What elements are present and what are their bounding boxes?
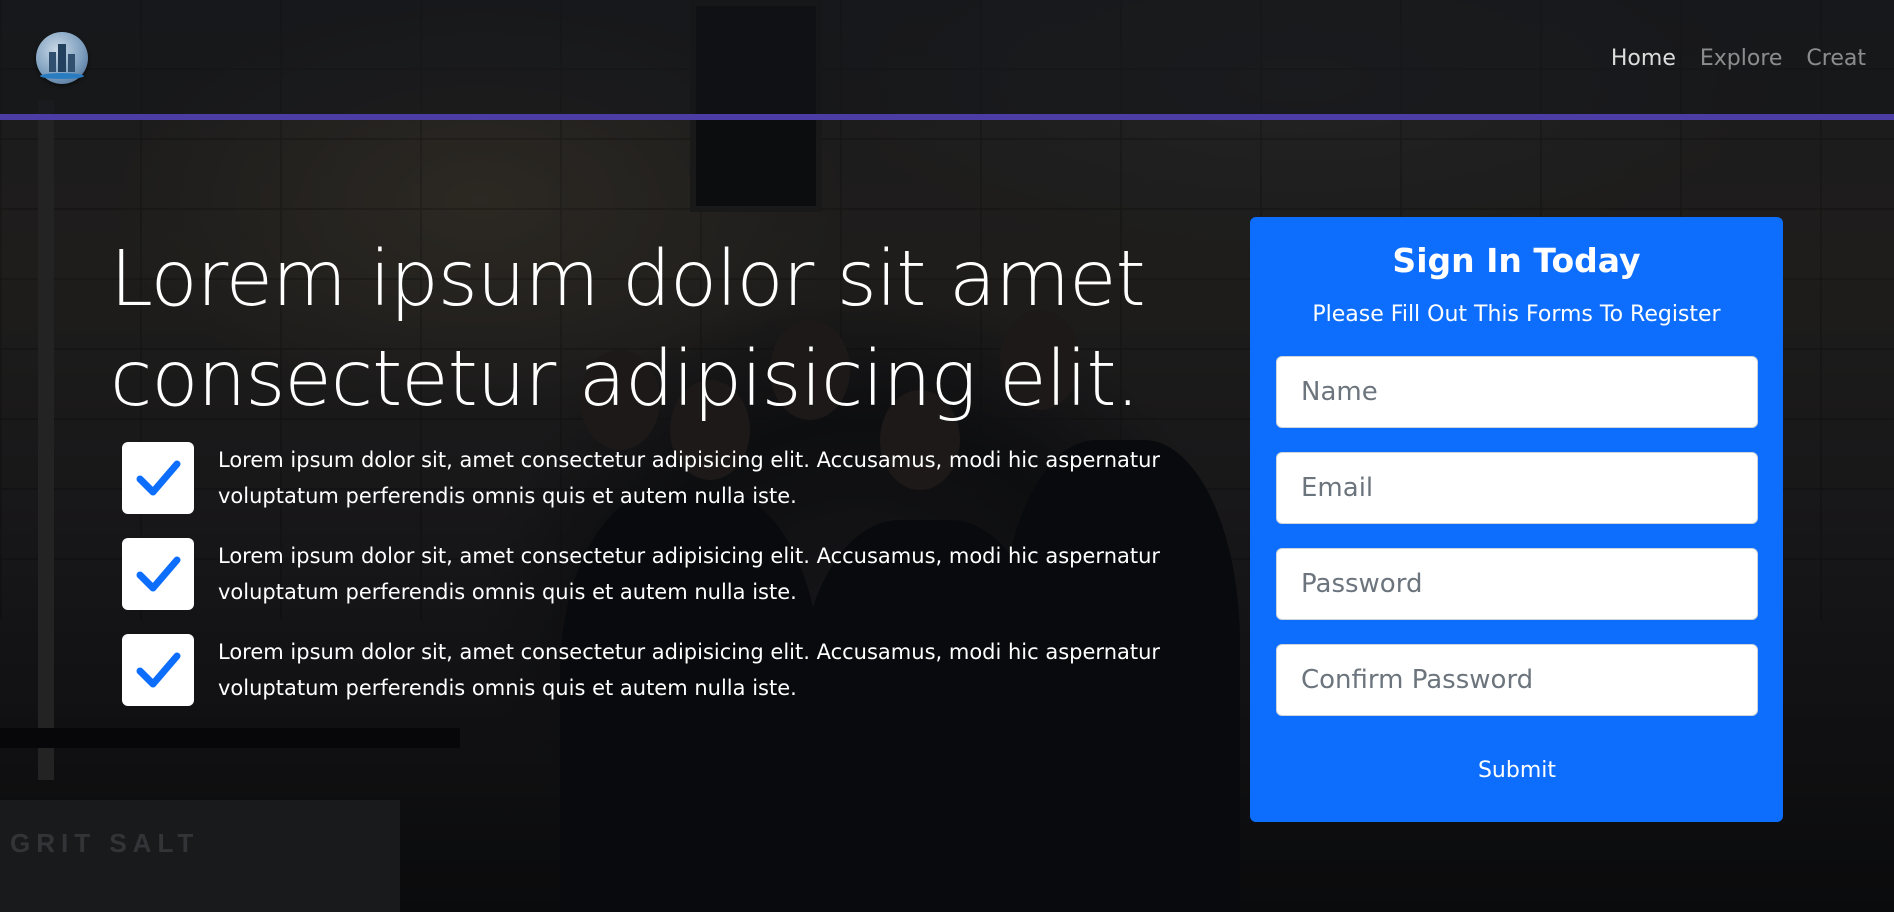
- feature-text: Lorem ipsum dolor sit, amet consectetur …: [218, 448, 1161, 508]
- feature-item: Lorem ipsum dolor sit, amet consectetur …: [122, 442, 1178, 514]
- nav-link-home[interactable]: Home: [1611, 46, 1676, 71]
- main-nav: Home Explore Creat: [1611, 46, 1866, 71]
- feature-text: Lorem ipsum dolor sit, amet consectetur …: [218, 640, 1161, 700]
- feature-item: Lorem ipsum dolor sit, amet consectetur …: [122, 538, 1178, 610]
- checkmark-icon: [122, 442, 194, 514]
- submit-button[interactable]: Submit: [1276, 749, 1758, 791]
- building-logo-icon[interactable]: [36, 32, 88, 84]
- signin-card: Sign In Today Please Fill Out This Forms…: [1250, 217, 1783, 822]
- checkmark-icon: [122, 538, 194, 610]
- top-navbar: Home Explore Creat: [0, 0, 1894, 120]
- confirm-password-input[interactable]: [1276, 644, 1758, 716]
- feature-text: Lorem ipsum dolor sit, amet consectetur …: [218, 544, 1161, 604]
- name-input[interactable]: [1276, 356, 1758, 428]
- nav-link-create[interactable]: Creat: [1806, 46, 1866, 71]
- hero-headline: Lorem ipsum dolor sit amet consectetur a…: [110, 230, 1210, 430]
- hero-headline-line2: consectetur adipisicing elit.: [110, 335, 1140, 424]
- checkmark-icon: [122, 634, 194, 706]
- nav-link-explore[interactable]: Explore: [1700, 46, 1783, 71]
- email-input[interactable]: [1276, 452, 1758, 524]
- feature-item: Lorem ipsum dolor sit, amet consectetur …: [122, 634, 1178, 706]
- signin-title: Sign In Today: [1392, 241, 1641, 280]
- password-input[interactable]: [1276, 548, 1758, 620]
- hero-headline-line1: Lorem ipsum dolor sit amet: [110, 235, 1146, 324]
- signin-subtitle: Please Fill Out This Forms To Register: [1312, 302, 1721, 327]
